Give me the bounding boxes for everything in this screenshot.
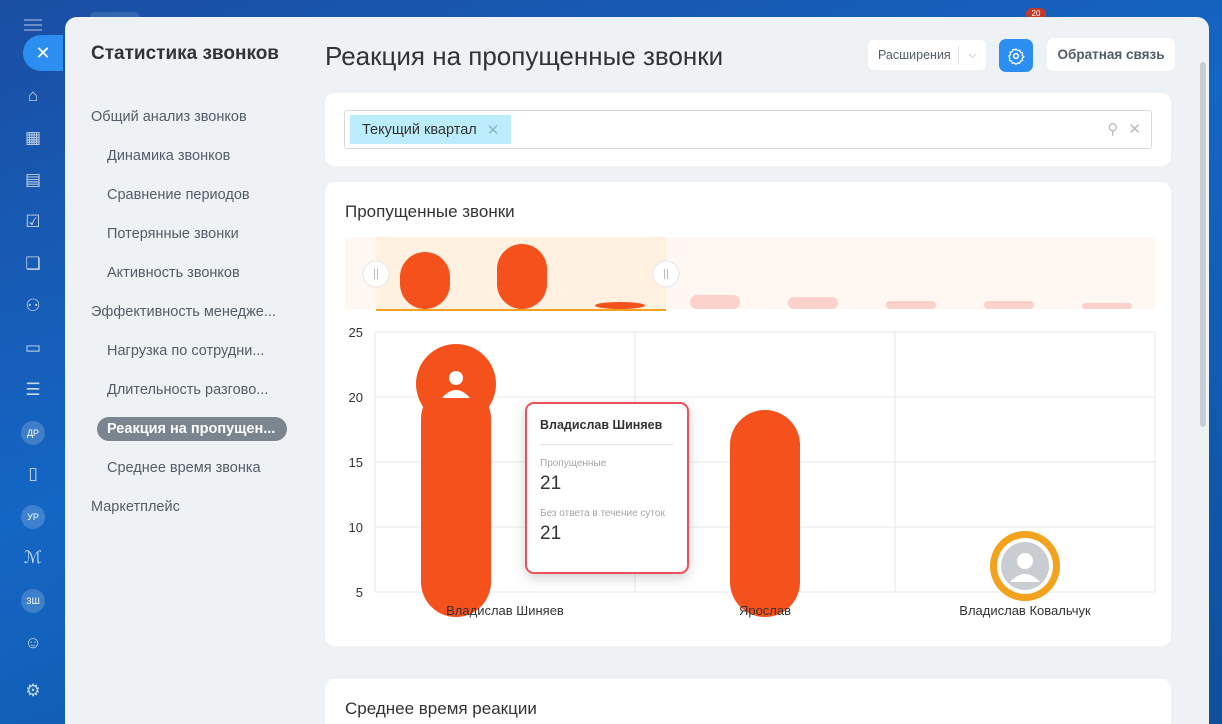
- avg-reaction-card: Среднее время реакции: [325, 679, 1171, 724]
- missed-calls-chart: 5 10 15 20 25 Владислав Шиняев Ярослав Владисла…: [345, 237, 1156, 618]
- chat-icon[interactable]: ❏: [17, 248, 49, 280]
- feedback-button[interactable]: Обратная связь: [1047, 38, 1175, 71]
- user-avatar-head-icon: [1017, 553, 1033, 569]
- avatar-ur[interactable]: УР: [21, 505, 45, 529]
- filter-input[interactable]: Текущий квартал ✕ ⚲ ✕: [344, 110, 1152, 149]
- navigator-bar-faded: [788, 297, 838, 309]
- document-icon[interactable]: ▤: [17, 164, 49, 196]
- navigator-bar: [595, 302, 645, 309]
- avg-reaction-title: Среднее время реакции: [345, 699, 537, 718]
- filter-icon[interactable]: ☰: [17, 374, 49, 406]
- navigator-bar-faded: [1082, 303, 1132, 309]
- chip-remove-icon[interactable]: ✕: [487, 121, 500, 139]
- x-tick-label: Владислав Ковальчук: [959, 603, 1091, 618]
- navigator-bar: [400, 252, 450, 309]
- nav-item-manager-efficiency[interactable]: Эффективность менедже...: [91, 292, 291, 331]
- avatar-zsh[interactable]: ЗШ: [21, 589, 45, 613]
- navigator-bar-faded: [886, 301, 936, 309]
- x-tick-label: Владислав Шиняев: [446, 603, 564, 618]
- page-title: Реакция на пропущенные звонки: [325, 41, 724, 71]
- navigator-handle: [652, 260, 680, 288]
- tooltip-no-answer-value: 21: [540, 523, 562, 544]
- nav-item-compare-periods[interactable]: Сравнение периодов: [91, 175, 291, 214]
- clear-icon[interactable]: ✕: [1128, 120, 1141, 138]
- nav-item-lost-calls[interactable]: Потерянные звонки: [91, 214, 291, 253]
- navigator-bar: [497, 244, 547, 309]
- contacts-icon[interactable]: ⚇: [17, 290, 49, 322]
- tooltip-name: Владислав Шиняев: [540, 418, 674, 445]
- main-panel: Статистика звонков Общий анализ звонков …: [65, 17, 1209, 724]
- chart-tooltip: Владислав Шиняев Пропущенные 21 Без отве…: [525, 402, 689, 574]
- menu-icon[interactable]: [24, 19, 42, 31]
- user-avatar-head-icon: [449, 371, 463, 385]
- nav-item-talk-duration[interactable]: Длительность разгово...: [91, 370, 291, 409]
- extensions-label: Расширения: [878, 48, 951, 62]
- close-icon[interactable]: ✕: [23, 35, 63, 71]
- settings-icon[interactable]: ⚙: [17, 675, 49, 707]
- robot-icon[interactable]: ☺: [17, 627, 49, 659]
- tasks-icon[interactable]: ☑: [17, 206, 49, 238]
- missed-calls-card: Пропущенные звонки 5 10 15 20 25 Владислав Ши…: [325, 182, 1171, 646]
- y-tick-label: 5: [356, 585, 363, 600]
- nav-item-employee-load[interactable]: Нагрузка по сотрудни...: [91, 331, 291, 370]
- y-tick-label: 25: [349, 325, 363, 340]
- y-tick-label: 20: [349, 390, 363, 405]
- filter-actions: ⚲ ✕: [1107, 120, 1141, 138]
- nav-item-avg-call-time[interactable]: Среднее время звонка: [91, 448, 291, 487]
- scrollbar[interactable]: [1200, 62, 1206, 427]
- tooltip-missed-label: Пропущенные: [540, 458, 607, 469]
- tooltip-no-answer-label: Без ответа в течение суток: [540, 508, 665, 519]
- sidebar-title: Статистика звонков: [91, 43, 279, 64]
- extensions-dropdown[interactable]: Расширения ⌵: [868, 40, 986, 70]
- y-tick-label: 10: [349, 520, 363, 535]
- data-bar: [730, 410, 800, 617]
- settings-button[interactable]: [999, 39, 1033, 72]
- file-icon[interactable]: ▯: [17, 458, 49, 490]
- cards-icon[interactable]: ▭: [17, 332, 49, 364]
- y-tick-label: 15: [349, 455, 363, 470]
- nav-item-general-analysis[interactable]: Общий анализ звонков: [91, 97, 291, 136]
- filter-card: Текущий квартал ✕ ⚲ ✕: [325, 93, 1171, 166]
- nav-item-dynamics[interactable]: Динамика звонков: [91, 136, 291, 175]
- chevron-down-icon[interactable]: ⌵: [959, 49, 986, 62]
- gear-icon: [1008, 47, 1025, 65]
- nav-item-marketplace[interactable]: Маркетплейс: [91, 487, 291, 526]
- nav-item-call-activity[interactable]: Активность звонков: [91, 253, 291, 292]
- filter-chip[interactable]: Текущий квартал ✕: [350, 115, 512, 144]
- filter-chip-label: Текущий квартал: [362, 121, 477, 138]
- signature-icon[interactable]: ℳ: [17, 542, 49, 574]
- navigator-bar-faded: [690, 295, 740, 309]
- navigator-bar-faded: [984, 301, 1034, 309]
- home-icon[interactable]: ⌂: [17, 80, 49, 112]
- calendar-icon[interactable]: ▦: [17, 122, 49, 154]
- tooltip-missed-value: 21: [540, 473, 562, 494]
- navigator-handle: [362, 260, 390, 288]
- x-tick-label: Ярослав: [739, 603, 791, 618]
- sidebar-nav: Общий анализ звонков Динамика звонков Ср…: [91, 97, 291, 526]
- nav-item-missed-reaction[interactable]: Реакция на пропущен...: [91, 409, 291, 448]
- search-icon[interactable]: ⚲: [1107, 120, 1118, 138]
- avatar-dr[interactable]: ДР: [21, 421, 45, 445]
- left-rail: ✕ ⌂ ▦ ▤ ☑ ❏ ⚇ ▭ ☰ ДР ▯ УР ℳ ЗШ ☺ ⚙: [0, 0, 65, 724]
